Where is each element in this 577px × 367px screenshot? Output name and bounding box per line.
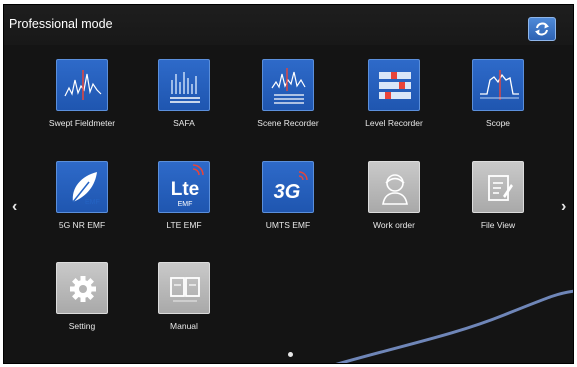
app-tile-work-order[interactable]: Work order — [344, 161, 444, 230]
app-tile-umts-emf[interactable]: 3G UMTS EMF — [238, 161, 338, 230]
svg-text:EMF: EMF — [85, 199, 100, 206]
title-bar: Professional mode — [4, 5, 573, 46]
app-tile-5g-nr-emf[interactable]: EMF 5G NR EMF — [32, 161, 132, 230]
app-label: Swept Fieldmeter — [48, 118, 116, 128]
app-tile-swept-fieldmeter[interactable]: Swept Fieldmeter — [32, 59, 132, 128]
app-label: Work order — [373, 220, 415, 230]
safa-icon — [158, 59, 210, 111]
page-indicator-dot — [288, 352, 293, 357]
app-label: Level Recorder — [365, 118, 423, 128]
app-tile-safa[interactable]: SAFA — [134, 59, 234, 128]
app-label: Setting — [68, 321, 96, 331]
next-page-arrow-icon[interactable]: › — [561, 198, 566, 216]
manual-icon — [158, 262, 210, 314]
work-order-icon — [368, 161, 420, 213]
app-tile-scope[interactable]: Scope — [448, 59, 548, 128]
prev-page-arrow-icon[interactable]: ‹ — [12, 198, 17, 216]
app-label: SAFA — [173, 118, 195, 128]
app-label: UMTS EMF — [265, 220, 311, 230]
app-screen: Professional mode Swept Fieldmeter SAFA … — [3, 4, 574, 364]
app-label: Manual — [170, 321, 198, 331]
app-tile-lte-emf[interactable]: Lte EMF LTE EMF — [134, 161, 234, 230]
lte-emf-icon: Lte EMF — [158, 161, 210, 213]
refresh-button[interactable] — [528, 17, 556, 41]
app-tile-file-view[interactable]: File View — [448, 161, 548, 230]
app-label: Scene Recorder — [257, 118, 319, 128]
file-view-icon — [472, 161, 524, 213]
app-label: File View — [480, 220, 516, 230]
app-label: LTE EMF — [166, 220, 202, 230]
level-recorder-icon — [368, 59, 420, 111]
gear-icon — [56, 262, 108, 314]
scene-recorder-icon — [262, 59, 314, 111]
app-label: 5G NR EMF — [58, 220, 106, 230]
app-tile-level-recorder[interactable]: Level Recorder — [344, 59, 444, 128]
app-tile-scene-recorder[interactable]: Scene Recorder — [238, 59, 338, 128]
app-label: Scope — [485, 118, 511, 128]
svg-text:EMF: EMF — [178, 201, 193, 208]
page-title: Professional mode — [9, 17, 113, 31]
app-tile-manual[interactable]: Manual — [134, 262, 234, 331]
refresh-icon — [535, 22, 549, 36]
umts-emf-icon: 3G — [262, 161, 314, 213]
5g-nr-emf-icon: EMF — [56, 161, 108, 213]
swept-fieldmeter-icon — [56, 59, 108, 111]
app-tile-setting[interactable]: Setting — [32, 262, 132, 331]
svg-text:3G: 3G — [274, 181, 301, 203]
app-grid: Swept Fieldmeter SAFA Scene Recorder Lev… — [4, 45, 573, 363]
scope-icon — [472, 59, 524, 111]
svg-text:Lte: Lte — [171, 179, 200, 200]
